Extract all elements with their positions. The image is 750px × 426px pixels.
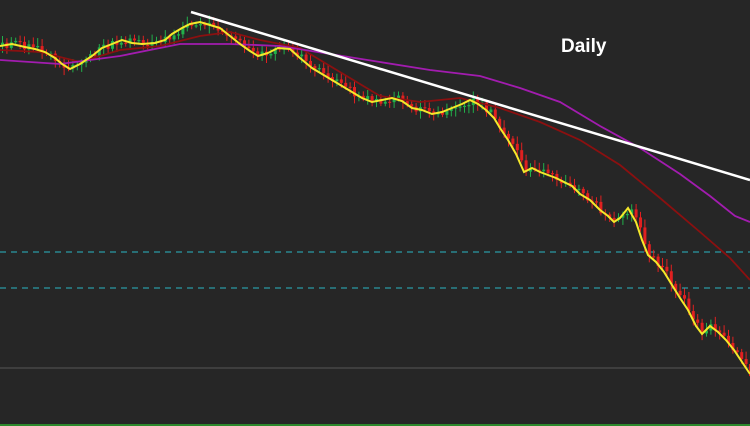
candle-body <box>577 188 581 191</box>
candle-body <box>339 79 343 83</box>
candle-body <box>177 34 180 36</box>
candle-body <box>388 101 392 103</box>
candle-body <box>546 169 550 174</box>
candle-body <box>234 36 238 39</box>
candle-body <box>445 110 449 115</box>
candle-body <box>683 295 686 299</box>
candle-body <box>199 24 202 26</box>
timeframe-label: Daily <box>561 36 607 57</box>
price-chart <box>0 0 750 426</box>
candle-body <box>696 319 700 323</box>
candle-body <box>581 188 585 194</box>
candle-body <box>238 38 242 41</box>
candle-body <box>23 41 26 50</box>
candle-body <box>744 359 748 364</box>
candle-body <box>146 44 150 47</box>
candle-body <box>194 25 198 27</box>
candle-body <box>36 46 40 48</box>
candle-body <box>463 105 466 108</box>
candle-body <box>458 106 462 108</box>
candle-body <box>247 46 251 48</box>
candle-body <box>665 266 669 272</box>
candle-body <box>423 107 427 109</box>
candle-body <box>511 138 515 144</box>
candle-body <box>551 173 554 175</box>
candle-body <box>489 109 493 113</box>
candle-body <box>348 86 352 88</box>
candle-body <box>344 82 348 87</box>
candle-body <box>300 54 304 57</box>
candle-body <box>172 35 176 40</box>
candle-body <box>18 40 22 43</box>
candle-body <box>515 143 519 151</box>
candle-body <box>520 150 524 161</box>
candle-body <box>467 105 471 107</box>
candle-body <box>317 68 321 70</box>
candle-body <box>625 213 629 216</box>
candle-body <box>652 256 656 258</box>
candle-body <box>304 54 308 61</box>
candle-body <box>634 209 638 218</box>
candle-body <box>119 42 123 45</box>
candle-body <box>322 68 326 74</box>
candle-body <box>366 96 370 100</box>
candle-body <box>678 290 682 296</box>
candle-body <box>269 53 273 56</box>
candle-body <box>722 332 726 336</box>
candle-body <box>14 40 18 43</box>
candle-body <box>740 352 744 360</box>
candle-body <box>335 79 339 82</box>
candle-body <box>137 40 141 42</box>
candle-body <box>124 42 128 44</box>
candle-body <box>427 107 431 112</box>
candle-body <box>643 227 647 245</box>
candle-body <box>251 47 255 52</box>
candle-body <box>133 38 136 41</box>
candle-body <box>595 201 598 203</box>
candle-body <box>639 217 642 228</box>
candle-body <box>31 44 35 48</box>
candle-body <box>661 265 664 268</box>
candle-body <box>383 101 387 104</box>
candle-body <box>542 169 546 172</box>
